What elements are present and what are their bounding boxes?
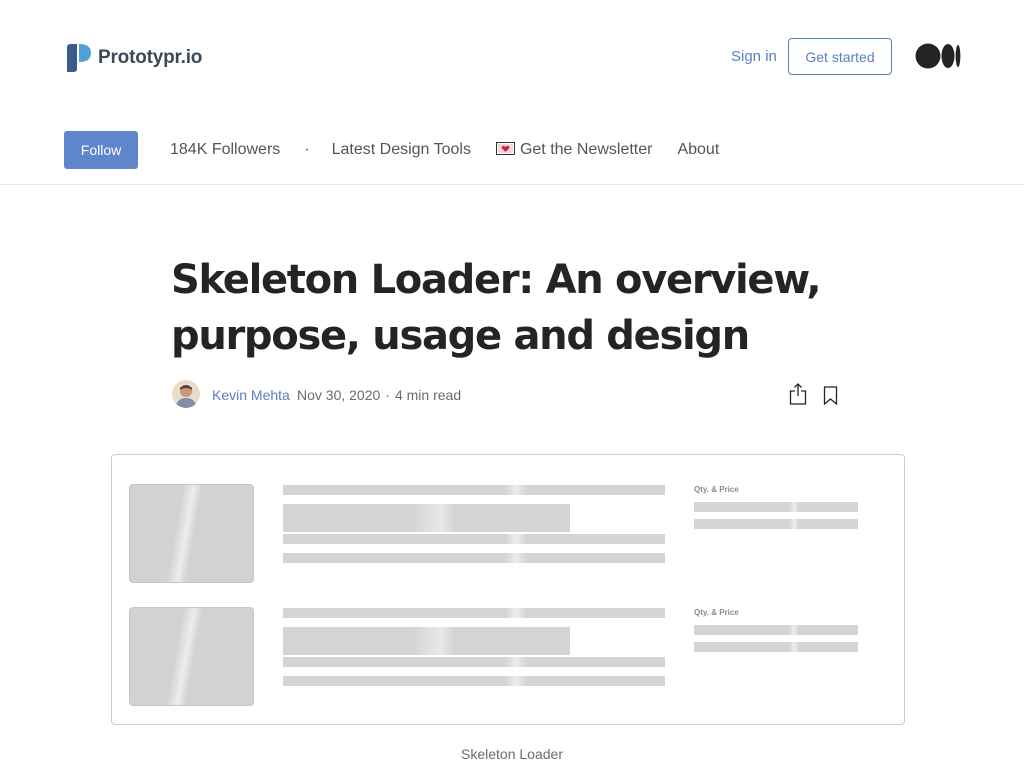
skeleton-line [283, 485, 665, 495]
meta-separator: · [385, 387, 390, 403]
prototypr-logo[interactable]: Prototypr.io [66, 43, 202, 73]
skeleton-line [694, 642, 858, 652]
nav-link-about[interactable]: About [677, 141, 719, 159]
nav-link-newsletter-label: Get the Newsletter [519, 141, 653, 158]
bookmark-icon[interactable] [823, 386, 838, 405]
nav-separator: · [304, 141, 310, 158]
get-started-button[interactable]: Get started [788, 38, 892, 75]
skeleton-line [283, 657, 665, 667]
share-icon[interactable] [789, 383, 807, 405]
follow-button[interactable]: Follow [64, 131, 138, 169]
love-letter-icon [495, 142, 515, 155]
avatar-image [172, 380, 200, 408]
publish-date: Nov 30, 2020 [297, 387, 381, 403]
skeleton-line [283, 676, 665, 686]
article-meta: Nov 30, 2020 · 4 min read [297, 387, 461, 403]
prototypr-logo-icon [67, 44, 91, 72]
qty-price-label: Qty. & Price [694, 608, 739, 617]
top-header: Prototypr.io Sign in Get started [0, 0, 1024, 115]
skeleton-line [283, 553, 665, 563]
skeleton-thumbnail [129, 607, 254, 706]
skeleton-row: Qty. & Price [112, 484, 904, 584]
nav-link-newsletter[interactable]: Get the Newsletter [495, 141, 653, 159]
figure-caption: Skeleton Loader [461, 746, 563, 762]
skeleton-loader-image: Qty. & Price Qty. & Price [111, 454, 905, 725]
followers-count[interactable]: 184K Followers [170, 141, 280, 159]
nav-links: 184K Followers · Latest Design Tools Get… [170, 141, 719, 159]
skeleton-thumbnail [129, 484, 254, 583]
brand-name: Prototypr.io [98, 47, 203, 68]
article-byline: Kevin Mehta Nov 30, 2020 · 4 min read [172, 380, 842, 410]
skeleton-line [283, 504, 570, 532]
author-name-link[interactable]: Kevin Mehta [212, 387, 290, 403]
skeleton-line [694, 502, 858, 512]
article-title: Skeleton Loader: An overview, purpose, u… [171, 257, 822, 359]
skeleton-line [694, 519, 858, 529]
author-avatar[interactable] [172, 380, 200, 408]
qty-price-label: Qty. & Price [694, 485, 739, 494]
medium-logo-icon[interactable] [915, 43, 961, 69]
skeleton-line [283, 534, 665, 544]
sign-in-link[interactable]: Sign in [731, 48, 777, 65]
skeleton-line [694, 625, 858, 635]
skeleton-line [283, 627, 570, 655]
skeleton-row: Qty. & Price [112, 607, 904, 707]
nav-link-latest-design-tools[interactable]: Latest Design Tools [332, 141, 471, 159]
publication-nav: Follow 184K Followers · Latest Design To… [0, 115, 1024, 185]
read-time: 4 min read [394, 387, 462, 403]
skeleton-line [283, 608, 665, 618]
